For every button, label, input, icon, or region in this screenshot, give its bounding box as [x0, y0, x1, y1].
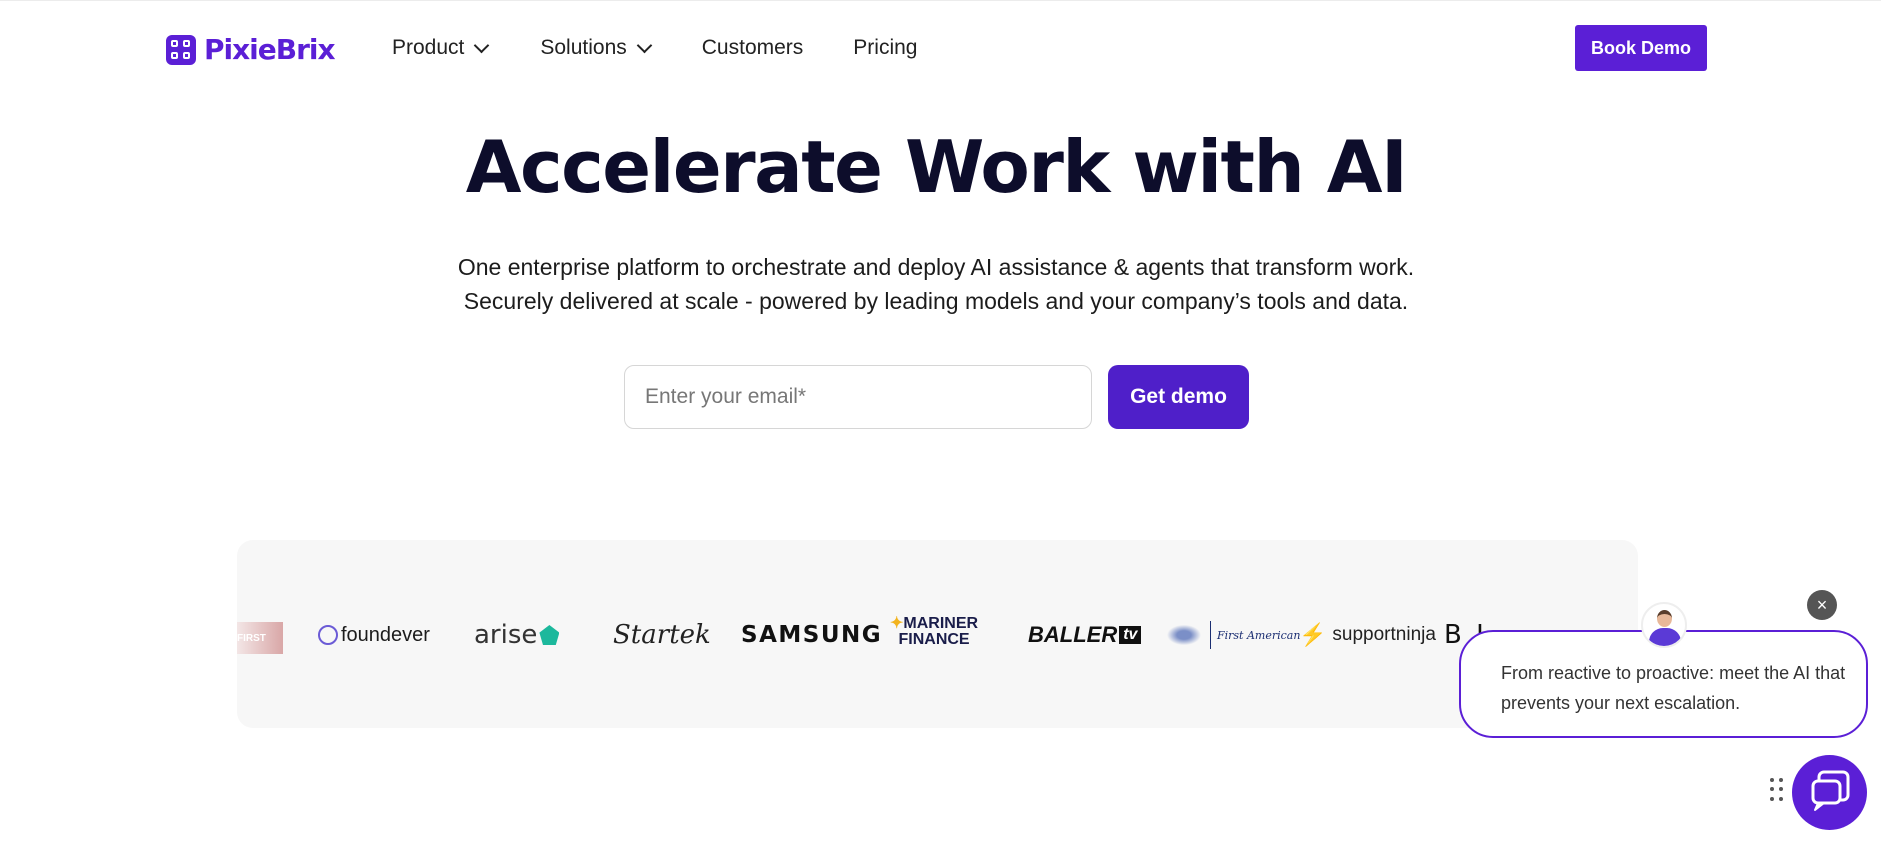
- nav-item-label: Product: [392, 36, 465, 59]
- foundever-mark-icon: [318, 625, 338, 645]
- get-demo-button[interactable]: Get demo: [1108, 365, 1249, 429]
- customer-logo-mariner-finance: ✦MARINER FINANCE: [890, 616, 978, 652]
- pixiebrix-logo[interactable]: PixieBrix: [166, 33, 336, 66]
- nav-item-product[interactable]: Product: [392, 36, 490, 60]
- customer-logo-samsung: SAMSUNG: [741, 622, 883, 648]
- customer-logo-first-american: First American: [1164, 618, 1300, 652]
- hero-subtitle-line-2: Securely delivered at scale - powered by…: [463, 288, 1409, 314]
- chat-agent-avatar: [1641, 602, 1687, 648]
- book-demo-button[interactable]: Book Demo: [1575, 25, 1707, 71]
- customer-logo-foundever: foundever: [318, 618, 430, 652]
- nav-item-solutions[interactable]: Solutions: [540, 36, 653, 60]
- top-divider: [0, 0, 1881, 1]
- customer-logo-arise: arise: [474, 618, 560, 652]
- main-nav: Product Solutions Customers Pricing: [392, 36, 918, 60]
- customer-logo-supportninja: ⚡ supportninja: [1299, 622, 1436, 647]
- chat-icon: [1811, 770, 1850, 811]
- nav-item-label: Pricing: [853, 36, 918, 59]
- customer-logo-first-partial: FIRST: [237, 622, 283, 654]
- logo-divider: [1210, 621, 1211, 649]
- eagle-seal-icon: [1164, 623, 1204, 647]
- hero-title: Accelerate Work with AI: [465, 125, 1408, 209]
- mariner-line-2: FINANCE: [898, 631, 970, 648]
- star-icon: ✦: [890, 615, 904, 632]
- arise-hex-icon: [539, 625, 560, 645]
- hero-subtitle: One enterprise platform to orchestrate a…: [0, 250, 1872, 318]
- email-input[interactable]: [624, 365, 1092, 429]
- mariner-line-1: ✦MARINER: [890, 615, 979, 632]
- close-icon[interactable]: ×: [1807, 590, 1837, 620]
- drag-grip-icon[interactable]: [1770, 778, 1784, 802]
- customer-logo-startek: Startek: [613, 620, 711, 650]
- customer-logo-strip: FIRST foundever arise Startek SAMSUNG ✦M…: [237, 540, 1638, 728]
- supportninja-mark-icon: ⚡: [1299, 622, 1327, 647]
- customer-logo-ballertv: BALLER tv: [1028, 618, 1142, 652]
- chevron-down-icon: [474, 37, 490, 53]
- nav-item-label: Customers: [701, 36, 804, 59]
- logo-text: PixieBrix: [204, 33, 336, 66]
- hero-subtitle-line-1: One enterprise platform to orchestrate a…: [457, 254, 1415, 280]
- nav-item-pricing[interactable]: Pricing: [853, 36, 917, 60]
- nav-item-customers[interactable]: Customers: [702, 36, 804, 60]
- chevron-down-icon: [636, 37, 653, 53]
- chat-launcher-button[interactable]: [1792, 755, 1867, 830]
- nav-item-label: Solutions: [540, 36, 627, 59]
- pixiebrix-logo-icon: [166, 34, 196, 65]
